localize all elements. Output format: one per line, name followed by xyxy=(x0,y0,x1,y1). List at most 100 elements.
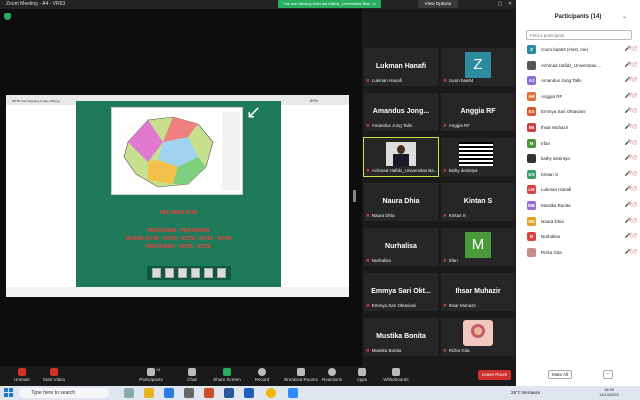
tile-name-label: ✖ zoom baa04 xyxy=(443,78,474,84)
video-tile[interactable]: Mustika Bonita ✖ Mustika Bonita xyxy=(364,318,438,356)
slide-thumbnail[interactable] xyxy=(165,268,174,278)
record-button[interactable]: Record xyxy=(242,366,282,386)
video-tile[interactable]: Nurhalisa ✖ Nurhalisa xyxy=(364,228,438,266)
participant-name: zoom baa04 (Host, me) xyxy=(541,47,589,52)
taskbar-search-box[interactable]: Type here to search xyxy=(19,388,109,398)
tile-name-label: ✖ Nurhalisa xyxy=(366,258,391,264)
tile-name-text: Nurhalisa xyxy=(371,258,391,263)
video-tile[interactable]: ✖ kathy desintya xyxy=(441,138,515,176)
participant-row[interactable]: Achmad Hafidz_Universitas ... 🎤̸ ▢̸ xyxy=(527,60,637,71)
tile-name-label: ✖ Amandus Jong Tallo xyxy=(366,123,412,129)
muted-mic-icon: ✖ xyxy=(443,123,447,128)
participant-name: Ihsar Muhazir xyxy=(541,125,569,130)
app-icon[interactable] xyxy=(244,388,254,398)
muted-mic-icon: ✖ xyxy=(443,258,447,263)
muted-mic-icon: ✖ xyxy=(366,123,370,128)
chat-button[interactable]: Chat xyxy=(172,366,212,386)
participant-row[interactable]: ES Emmya Sari Oktaviani 🎤̸ ▢̸ xyxy=(527,106,637,117)
find-participant-input[interactable]: Find a participant xyxy=(526,30,632,40)
office-icon[interactable] xyxy=(204,388,214,398)
video-tile[interactable]: Kintan S ✖ Kintan S xyxy=(441,183,515,221)
muted-status-icons: 🎤̸ ▢̸ xyxy=(624,139,637,146)
slide-thumbnail[interactable] xyxy=(217,268,226,278)
whiteboards-button[interactable]: Whiteboards xyxy=(376,366,416,386)
word-icon[interactable] xyxy=(224,388,234,398)
tile-display-name: Mustika Bonita xyxy=(376,333,426,340)
video-tile[interactable]: Lukman Hanafi ✖ Lukman Hanafi xyxy=(364,48,438,86)
zoom-icon[interactable] xyxy=(288,388,298,398)
participant-row[interactable]: KS Kintan S 🎤̸ ▢̸ xyxy=(527,169,637,180)
muted-status-icons: 🎤̸ ▢̸ xyxy=(624,124,637,130)
slide-thumbnail[interactable] xyxy=(178,268,187,278)
reactions-label: Reactions xyxy=(321,377,342,382)
slide-text-line: PERTANIAN · KOTA · KOTA xyxy=(145,244,212,250)
participant-avatar: ND xyxy=(527,216,536,226)
participant-row[interactable]: LH Lukman Hanafi 🎤̸ ▢̸ xyxy=(527,184,637,195)
video-tile[interactable]: ✖ Achmad Hafidz_Universitas Ba... xyxy=(363,137,439,177)
video-tile[interactable]: Anggia RF ✖ Anggia RF xyxy=(441,93,515,131)
participant-row[interactable]: M Irfan 🎤̸ ▢̸ xyxy=(527,138,637,149)
participant-name: Emmya Sari Oktaviani xyxy=(541,109,586,115)
participant-row[interactable]: AJ Amandus Jong Tallo 🎤̸ ▢̸ xyxy=(527,75,637,86)
participant-row[interactable]: AR Anggia RF 🎤̸ ▢̸ xyxy=(527,91,637,102)
participant-row[interactable]: Rizka Gita 🎤̸ ▢̸ xyxy=(527,247,637,258)
panel-popout-icon[interactable]: ⌄ xyxy=(622,13,627,20)
security-shield-icon xyxy=(4,13,11,20)
participant-photo xyxy=(386,142,416,166)
participant-avatar xyxy=(527,154,536,164)
store-icon[interactable] xyxy=(184,388,194,398)
start-video-label: Start Video xyxy=(42,377,66,382)
tile-name-label: ✖ Mustika Bonita xyxy=(366,348,401,354)
chat-label: Chat xyxy=(187,377,197,382)
district-map-graphic xyxy=(123,116,214,188)
windows-start-icon[interactable] xyxy=(4,388,13,397)
participant-row[interactable]: MB Mustika Bonita 🎤̸ ▢̸ xyxy=(527,200,637,211)
close-icon[interactable]: ✕ xyxy=(505,0,515,8)
participant-row[interactable]: IM Ihsar Muhazir 🎤̸ ▢̸ xyxy=(527,122,637,133)
muted-mic-icon: ✖ xyxy=(366,348,370,353)
tile-name-label: ✖ Emmya Sari Oktaviani xyxy=(366,303,416,309)
slide-thumbnail[interactable] xyxy=(152,268,161,278)
tile-name-label: ✖ Anggia RF xyxy=(443,123,470,129)
tile-avatar: Z xyxy=(465,52,491,78)
participant-row[interactable]: ND Naura Dhia 🎤̸ ▢̸ xyxy=(527,216,637,227)
find-placeholder: Find a participant xyxy=(530,33,565,38)
participant-name: Mustika Bonita xyxy=(541,203,571,208)
video-tile[interactable]: Emmya Sari Okt... ✖ Emmya Sari Oktaviani xyxy=(364,273,438,311)
video-tile[interactable]: Ihsar Muhazir ✖ Ihsar Muhazir xyxy=(441,273,515,311)
video-tile[interactable]: Amandus Jong... ✖ Amandus Jong Tallo xyxy=(364,93,438,131)
tile-name-label: ✖ Naura Dhia xyxy=(366,213,395,219)
participants-count-badge: 14 xyxy=(156,367,161,372)
muted-status-icons: 🎤̸ ▢̸ xyxy=(624,248,637,255)
muted-mic-icon: ✖ xyxy=(443,348,447,353)
file-explorer-icon[interactable] xyxy=(144,388,154,398)
maximize-icon[interactable]: ▢ xyxy=(495,0,505,8)
participant-name: Kintan S xyxy=(541,171,559,177)
leave-room-button[interactable]: Leave Room xyxy=(478,370,511,380)
more-options-button[interactable]: ··· xyxy=(603,370,613,379)
video-tile[interactable]: Z ✖ zoom baa04 xyxy=(441,48,515,86)
start-video-button[interactable]: Start Video xyxy=(34,366,74,386)
taskbar-clock[interactable]: 18:39 11/14/2022 xyxy=(598,387,620,397)
slide-thumbnail[interactable] xyxy=(204,268,213,278)
video-tile[interactable]: Naura Dhia ✖ Naura Dhia xyxy=(364,183,438,221)
participant-name: Lukman Hanafi xyxy=(541,187,572,193)
panel-splitter-handle[interactable] xyxy=(353,190,356,202)
video-tile[interactable]: ✖ Rizka Gita xyxy=(441,318,515,356)
participant-row[interactable]: kathy desintya 🎤̸ ▢̸ xyxy=(527,153,637,164)
slide-thumbnail[interactable] xyxy=(191,268,200,278)
apps-label: Apps xyxy=(356,377,368,382)
participants-button[interactable]: Participants xyxy=(131,366,171,386)
view-options-button[interactable]: View Options xyxy=(418,0,458,8)
participant-row[interactable]: Zzoom baa04 (Host, me) 🎤̸ ▢̸ xyxy=(527,44,637,55)
edge-icon[interactable] xyxy=(164,388,174,398)
participant-row[interactable]: N Nurhalisa 🎤̸ ▢̸ xyxy=(527,231,637,242)
share-screen-button[interactable]: Share Screen xyxy=(207,366,247,386)
microphone-muted-icon xyxy=(18,368,26,376)
tile-name-label: ✖ Rizka Gita xyxy=(443,348,470,354)
task-view-icon[interactable] xyxy=(124,388,134,398)
video-tile[interactable]: M ✖ Irfan xyxy=(441,228,515,266)
chrome-icon[interactable] xyxy=(266,388,276,398)
weather-widget[interactable]: 28°C Berawan xyxy=(511,390,540,395)
mute-all-button[interactable]: Mute All xyxy=(548,370,572,379)
